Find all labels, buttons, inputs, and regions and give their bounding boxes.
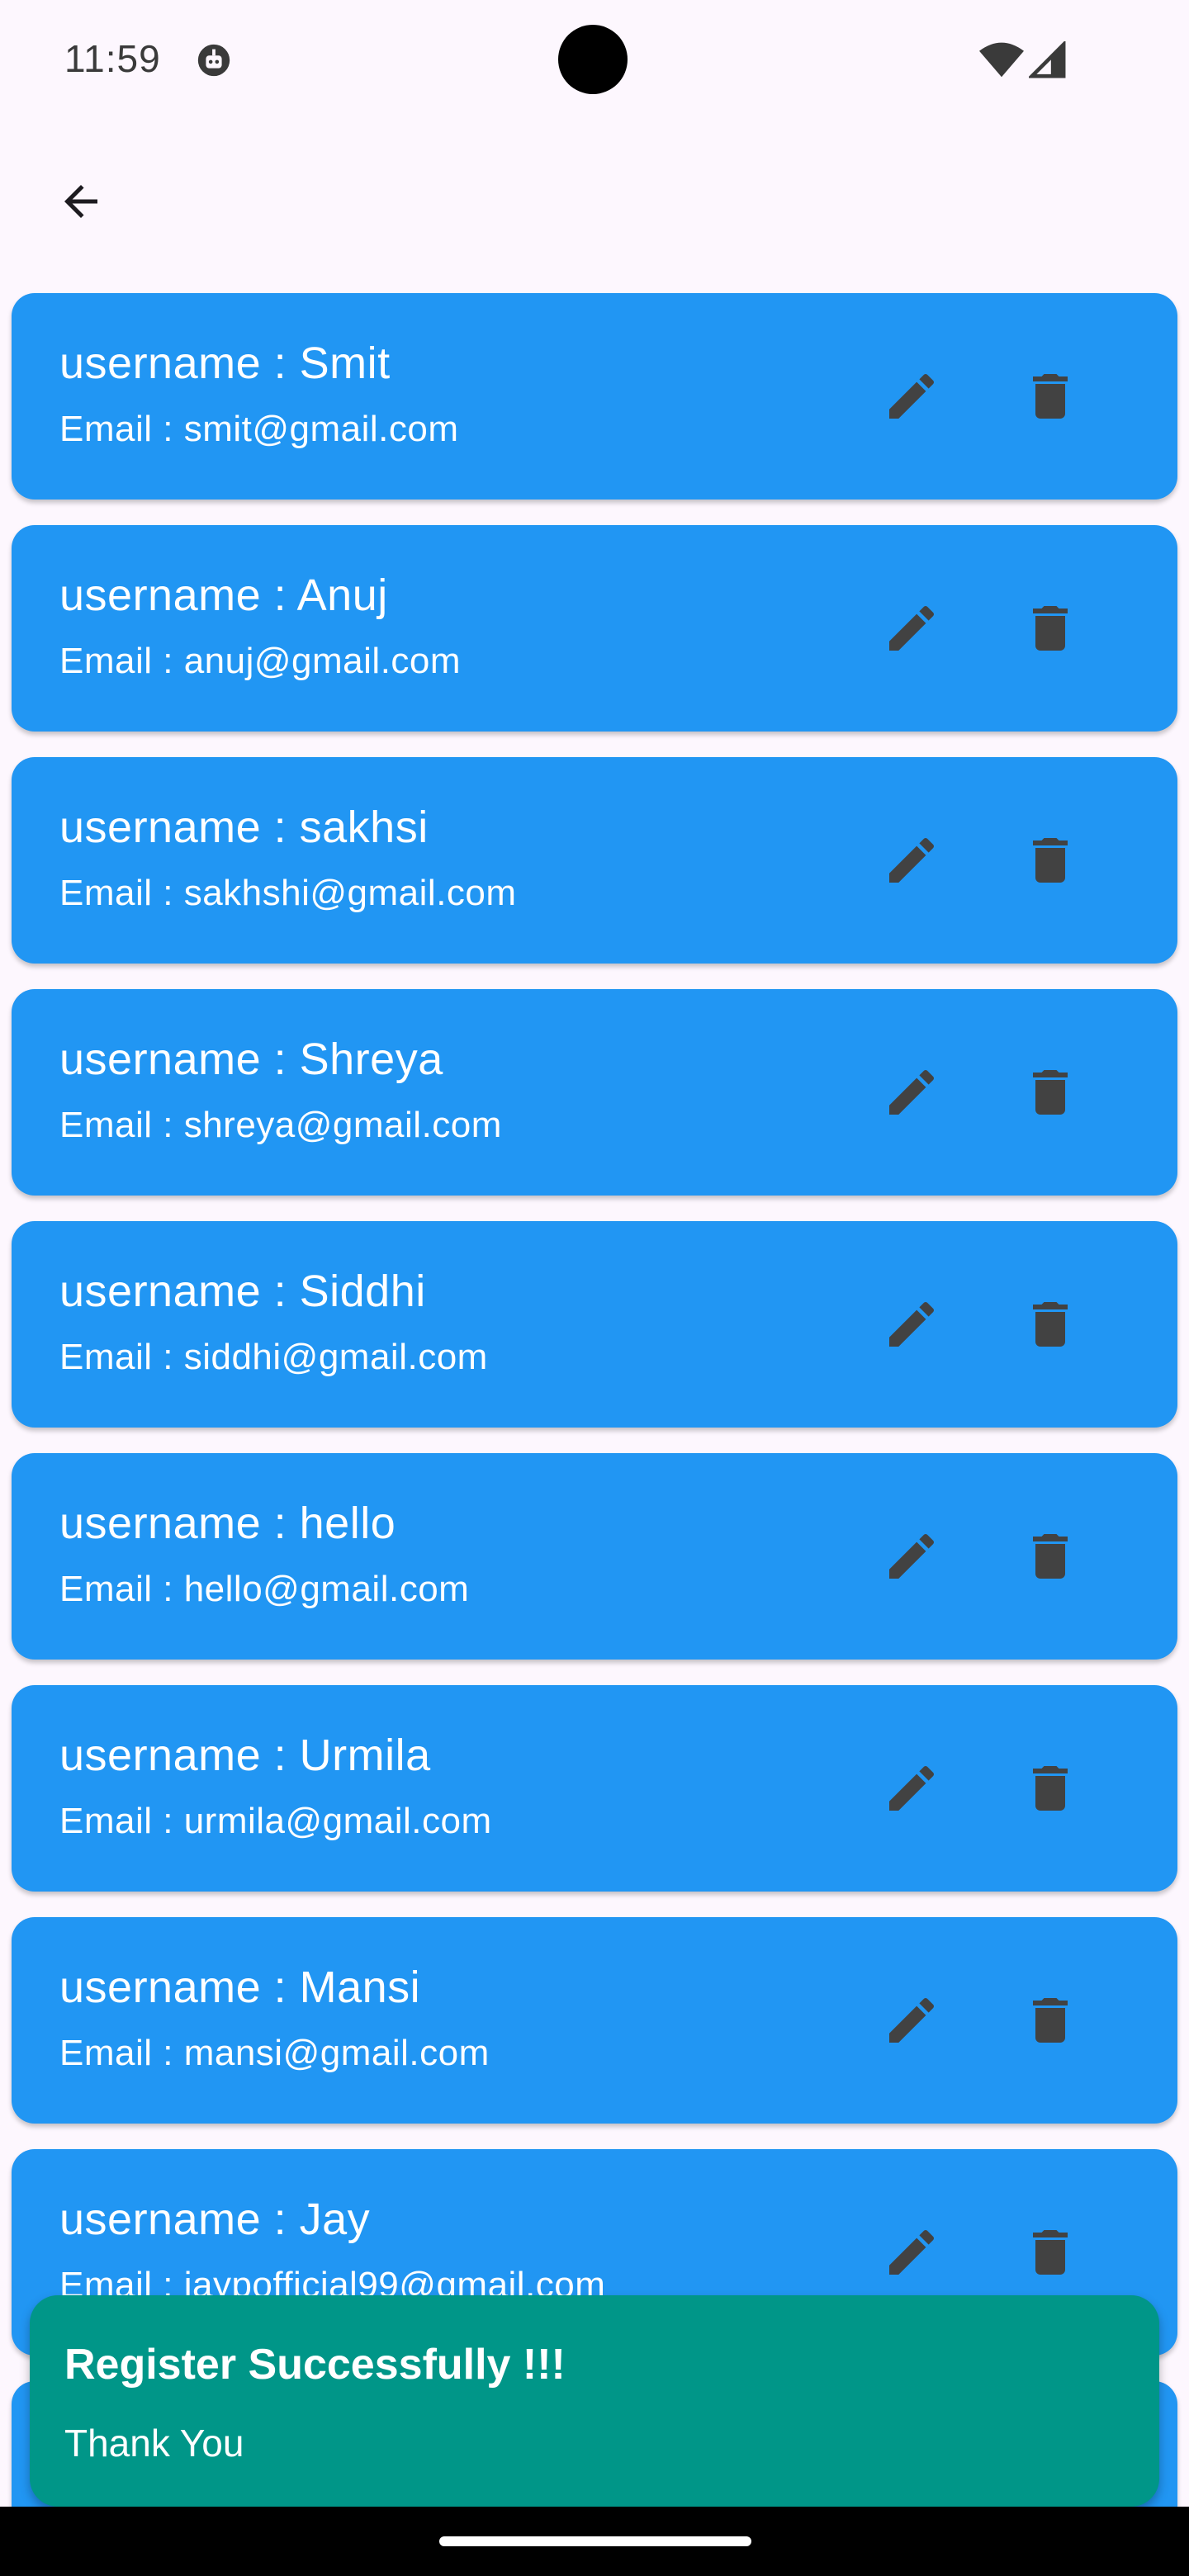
pencil-icon: [889, 1997, 935, 2043]
back-button[interactable]: [41, 162, 121, 241]
app-bar: [0, 121, 1189, 282]
delete-user-button[interactable]: [1011, 821, 1090, 900]
user-card[interactable]: username : Shreya Email : shreya@gmail.c…: [12, 989, 1177, 1196]
user-name: username : sakhsi: [59, 803, 429, 852]
delete-user-button[interactable]: [1011, 2213, 1090, 2292]
edit-user-button[interactable]: [872, 1285, 951, 1364]
status-bar: 11:59: [0, 0, 1189, 121]
edit-user-button[interactable]: [872, 589, 951, 668]
snackbar: Register Successfully !!! Thank You: [30, 2295, 1159, 2507]
user-name: username : Jay: [59, 2195, 371, 2244]
user-card[interactable]: username : Smit Email : smit@gmail.com: [12, 293, 1177, 500]
user-card[interactable]: username : hello Email : hello@gmail.com: [12, 1453, 1177, 1660]
trash-icon: [1033, 1766, 1068, 1811]
pencil-icon: [889, 1765, 935, 1811]
delete-user-button[interactable]: [1011, 589, 1090, 668]
user-email: Email : mansi@gmail.com: [59, 2033, 490, 2073]
pencil-icon: [889, 605, 935, 651]
user-name: username : Smit: [59, 339, 391, 388]
snackbar-title: Register Successfully !!!: [64, 2341, 566, 2389]
user-card[interactable]: username : Urmila Email : urmila@gmail.c…: [12, 1685, 1177, 1892]
edit-user-button[interactable]: [872, 2213, 951, 2292]
pencil-icon: [889, 1533, 935, 1579]
pencil-icon: [889, 2229, 935, 2275]
trash-icon: [1033, 1070, 1068, 1115]
edit-user-button[interactable]: [872, 357, 951, 436]
user-card[interactable]: username : Mansi Email : mansi@gmail.com: [12, 1917, 1177, 2124]
user-email: Email : hello@gmail.com: [59, 1569, 470, 1609]
edit-user-button[interactable]: [872, 1053, 951, 1132]
cell-signal-icon: [1029, 41, 1066, 78]
trash-icon: [1033, 1534, 1068, 1579]
pencil-icon: [889, 1069, 935, 1115]
status-time: 11:59: [64, 37, 161, 80]
camera-cutout: [558, 25, 628, 94]
user-card[interactable]: username : Anuj Email : anuj@gmail.com: [12, 525, 1177, 732]
snackbar-message: Thank You: [64, 2422, 244, 2465]
pencil-icon: [889, 373, 935, 419]
edit-user-button[interactable]: [872, 821, 951, 900]
app-screen: 11:59 username : Smit Email : smit@gmail…: [0, 0, 1189, 2576]
edit-user-button[interactable]: [872, 1749, 951, 1828]
pencil-icon: [889, 837, 935, 883]
pencil-icon: [889, 1301, 935, 1347]
trash-icon: [1033, 1998, 1068, 2043]
trash-icon: [1033, 374, 1068, 419]
user-name: username : Shreya: [59, 1035, 443, 1084]
trash-icon: [1033, 606, 1068, 651]
edit-user-button[interactable]: [872, 1517, 951, 1596]
delete-user-button[interactable]: [1011, 1053, 1090, 1132]
user-name: username : Siddhi: [59, 1267, 426, 1316]
user-card[interactable]: username : Siddhi Email : siddhi@gmail.c…: [12, 1221, 1177, 1428]
user-card[interactable]: username : sakhsi Email : sakhshi@gmail.…: [12, 757, 1177, 964]
user-email: Email : urmila@gmail.com: [59, 1801, 492, 1841]
notification-app-icon: [197, 44, 230, 77]
user-name: username : Mansi: [59, 1963, 421, 2012]
delete-user-button[interactable]: [1011, 1981, 1090, 2060]
delete-user-button[interactable]: [1011, 1285, 1090, 1364]
system-nav-bar: [0, 2507, 1189, 2576]
trash-icon: [1033, 2230, 1068, 2275]
trash-icon: [1033, 838, 1068, 883]
delete-user-button[interactable]: [1011, 357, 1090, 436]
delete-user-button[interactable]: [1011, 1749, 1090, 1828]
user-name: username : Anuj: [59, 571, 388, 620]
user-email: Email : anuj@gmail.com: [59, 641, 462, 681]
user-email: Email : smit@gmail.com: [59, 409, 459, 449]
home-indicator[interactable]: [439, 2536, 751, 2546]
user-name: username : hello: [59, 1499, 396, 1548]
user-email: Email : siddhi@gmail.com: [59, 1337, 488, 1377]
user-email: Email : sakhshi@gmail.com: [59, 873, 517, 913]
trash-icon: [1033, 1302, 1068, 1347]
delete-user-button[interactable]: [1011, 1517, 1090, 1596]
user-email: Email : shreya@gmail.com: [59, 1105, 502, 1145]
arrow-back-icon: [64, 185, 97, 218]
wifi-icon: [979, 42, 1024, 78]
edit-user-button[interactable]: [872, 1981, 951, 2060]
user-name: username : Urmila: [59, 1731, 431, 1780]
